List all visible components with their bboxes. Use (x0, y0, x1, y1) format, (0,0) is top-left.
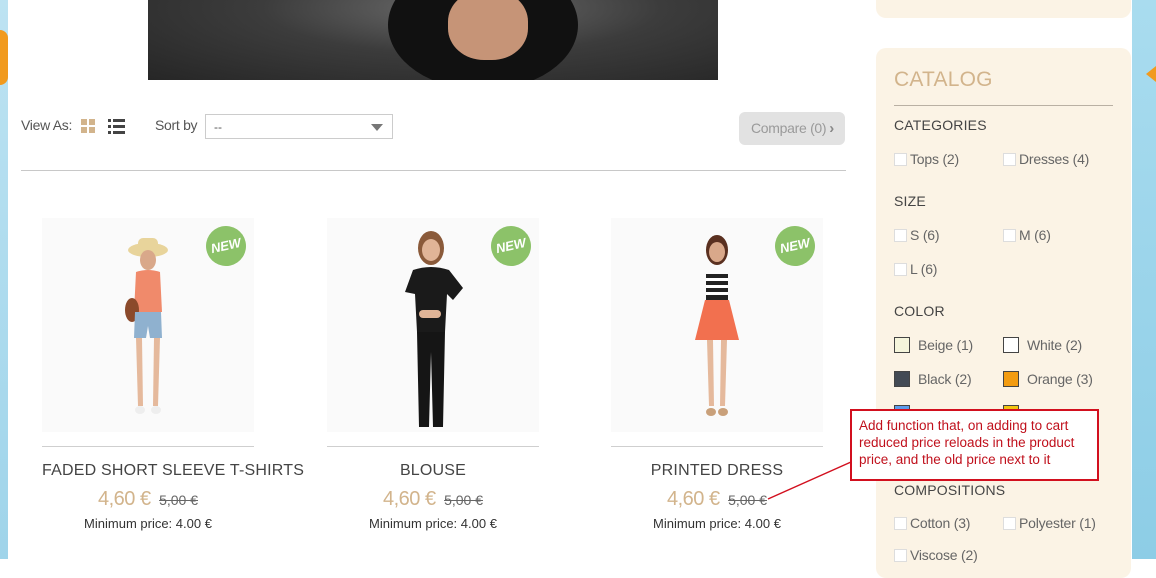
minimum-price: Minimum price: 4.00 € (369, 516, 497, 531)
filter-option-label: Beige (1) (918, 337, 974, 353)
hero-model-face (448, 0, 528, 60)
card-divider (327, 446, 539, 447)
filter-option-dresses[interactable]: Dresses (4) (1003, 151, 1089, 167)
model-figure (125, 238, 168, 414)
minimum-price: Minimum price: 4.00 € (84, 516, 212, 531)
filter-color-black[interactable]: Black (2) (894, 371, 972, 387)
filter-option-size-s[interactable]: S (6) (894, 227, 940, 243)
list-view-icon[interactable] (108, 119, 125, 134)
catalog-filter-sidebar: CATALOG CATEGORIES Tops (2) Dresses (4) … (876, 48, 1131, 578)
checkbox[interactable] (894, 229, 907, 242)
sort-select-value: -- (214, 120, 222, 134)
grid-view-icon[interactable] (81, 119, 96, 134)
product-image[interactable]: NEW (42, 218, 254, 432)
filter-color-orange[interactable]: Orange (3) (1003, 371, 1093, 387)
card-divider (611, 446, 823, 447)
product-price: 4,60 € (667, 488, 720, 510)
filter-color-beige[interactable]: Beige (1) (894, 337, 973, 353)
model-figure (405, 231, 463, 427)
compare-button-label: Compare (0) (751, 120, 827, 136)
product-name[interactable]: PRINTED DRESS (611, 462, 823, 480)
checkbox[interactable] (894, 549, 907, 562)
chevron-right-icon: › (829, 120, 834, 137)
checkbox[interactable] (1003, 153, 1016, 166)
filter-option-tops[interactable]: Tops (2) (894, 151, 959, 167)
old-price: 5,00 € (444, 492, 483, 508)
sort-select[interactable]: -- (205, 114, 393, 139)
filter-option-label: Cotton (3) (910, 515, 971, 531)
minimum-price: Minimum price: 4.00 € (653, 516, 781, 531)
filter-option-cotton[interactable]: Cotton (3) (894, 515, 970, 531)
product-card[interactable]: NEW PRINTED DRESS 4,60 € 5,00 € Minimum … (611, 218, 823, 531)
color-swatch[interactable] (1003, 337, 1019, 353)
filter-option-label: Tops (2) (910, 151, 959, 167)
filter-option-label: L (6) (910, 261, 938, 277)
product-price: 4,60 € (98, 488, 151, 510)
filter-option-label: White (2) (1027, 337, 1082, 353)
price-row: 4,60 € 5,00 € (42, 488, 254, 511)
sort-by-label: Sort by (155, 117, 198, 133)
checkbox[interactable] (894, 153, 907, 166)
toolbar-divider (21, 170, 846, 171)
checkbox[interactable] (894, 517, 907, 530)
color-heading: COLOR (894, 303, 945, 319)
catalog-title: CATALOG (894, 68, 993, 91)
product-name[interactable]: BLOUSE (327, 462, 539, 480)
right-background-edge (1132, 0, 1156, 559)
product-card[interactable]: NEW BLOUSE 4,60 € 5,00 € Minimum price: … (327, 218, 539, 531)
product-name[interactable]: FADED SHORT SLEEVE T-SHIRTS (42, 462, 304, 480)
annotation-text: Add function that, on adding to cart red… (859, 418, 1075, 467)
filter-option-label: Orange (3) (1027, 371, 1093, 387)
checkbox[interactable] (1003, 229, 1016, 242)
product-image[interactable]: NEW (611, 218, 823, 432)
checkbox[interactable] (894, 263, 907, 276)
hero-banner-image[interactable] (148, 0, 718, 80)
new-badge: NEW (487, 222, 535, 270)
sidebar-block-top (876, 0, 1131, 18)
categories-heading: CATEGORIES (894, 117, 987, 133)
product-price: 4,60 € (383, 488, 436, 510)
new-badge: NEW (202, 222, 250, 270)
filter-option-label: Viscose (2) (910, 547, 978, 563)
filter-option-size-m[interactable]: M (6) (1003, 227, 1051, 243)
right-decoration-arrow (1146, 66, 1156, 82)
checkbox[interactable] (1003, 517, 1016, 530)
filter-option-viscose[interactable]: Viscose (2) (894, 547, 978, 563)
new-badge: NEW (771, 222, 819, 270)
compare-button[interactable]: Compare (0) › (739, 112, 845, 145)
compositions-heading: COMPOSITIONS (894, 482, 1006, 498)
old-price: 5,00 € (728, 492, 767, 508)
view-as-label: View As: (21, 117, 73, 133)
old-price: 5,00 € (159, 492, 198, 508)
filter-option-label: Black (2) (918, 371, 972, 387)
filter-option-polyester[interactable]: Polyester (1) (1003, 515, 1096, 531)
size-heading: SIZE (894, 193, 926, 209)
card-divider (42, 446, 254, 447)
filter-option-label: Dresses (4) (1019, 151, 1090, 167)
price-row: 4,60 € 5,00 € (327, 488, 539, 511)
filter-option-label: Polyester (1) (1019, 515, 1096, 531)
model-figure (695, 235, 739, 416)
price-row: 4,60 € 5,00 € (611, 488, 823, 511)
color-swatch[interactable] (1003, 371, 1019, 387)
filter-option-size-l[interactable]: L (6) (894, 261, 937, 277)
filter-option-label: S (6) (910, 227, 940, 243)
annotation-callout: Add function that, on adding to cart red… (850, 409, 1099, 481)
filter-option-label: M (6) (1019, 227, 1051, 243)
left-decoration (0, 30, 8, 85)
filter-color-white[interactable]: White (2) (1003, 337, 1082, 353)
product-image[interactable]: NEW (327, 218, 539, 432)
catalog-divider (894, 105, 1113, 106)
color-swatch[interactable] (894, 337, 910, 353)
product-card[interactable]: NEW FADED SHORT SLEEVE T-SHIRTS 4,60 € 5… (42, 218, 304, 531)
color-swatch[interactable] (894, 371, 910, 387)
chevron-down-icon (371, 124, 383, 131)
